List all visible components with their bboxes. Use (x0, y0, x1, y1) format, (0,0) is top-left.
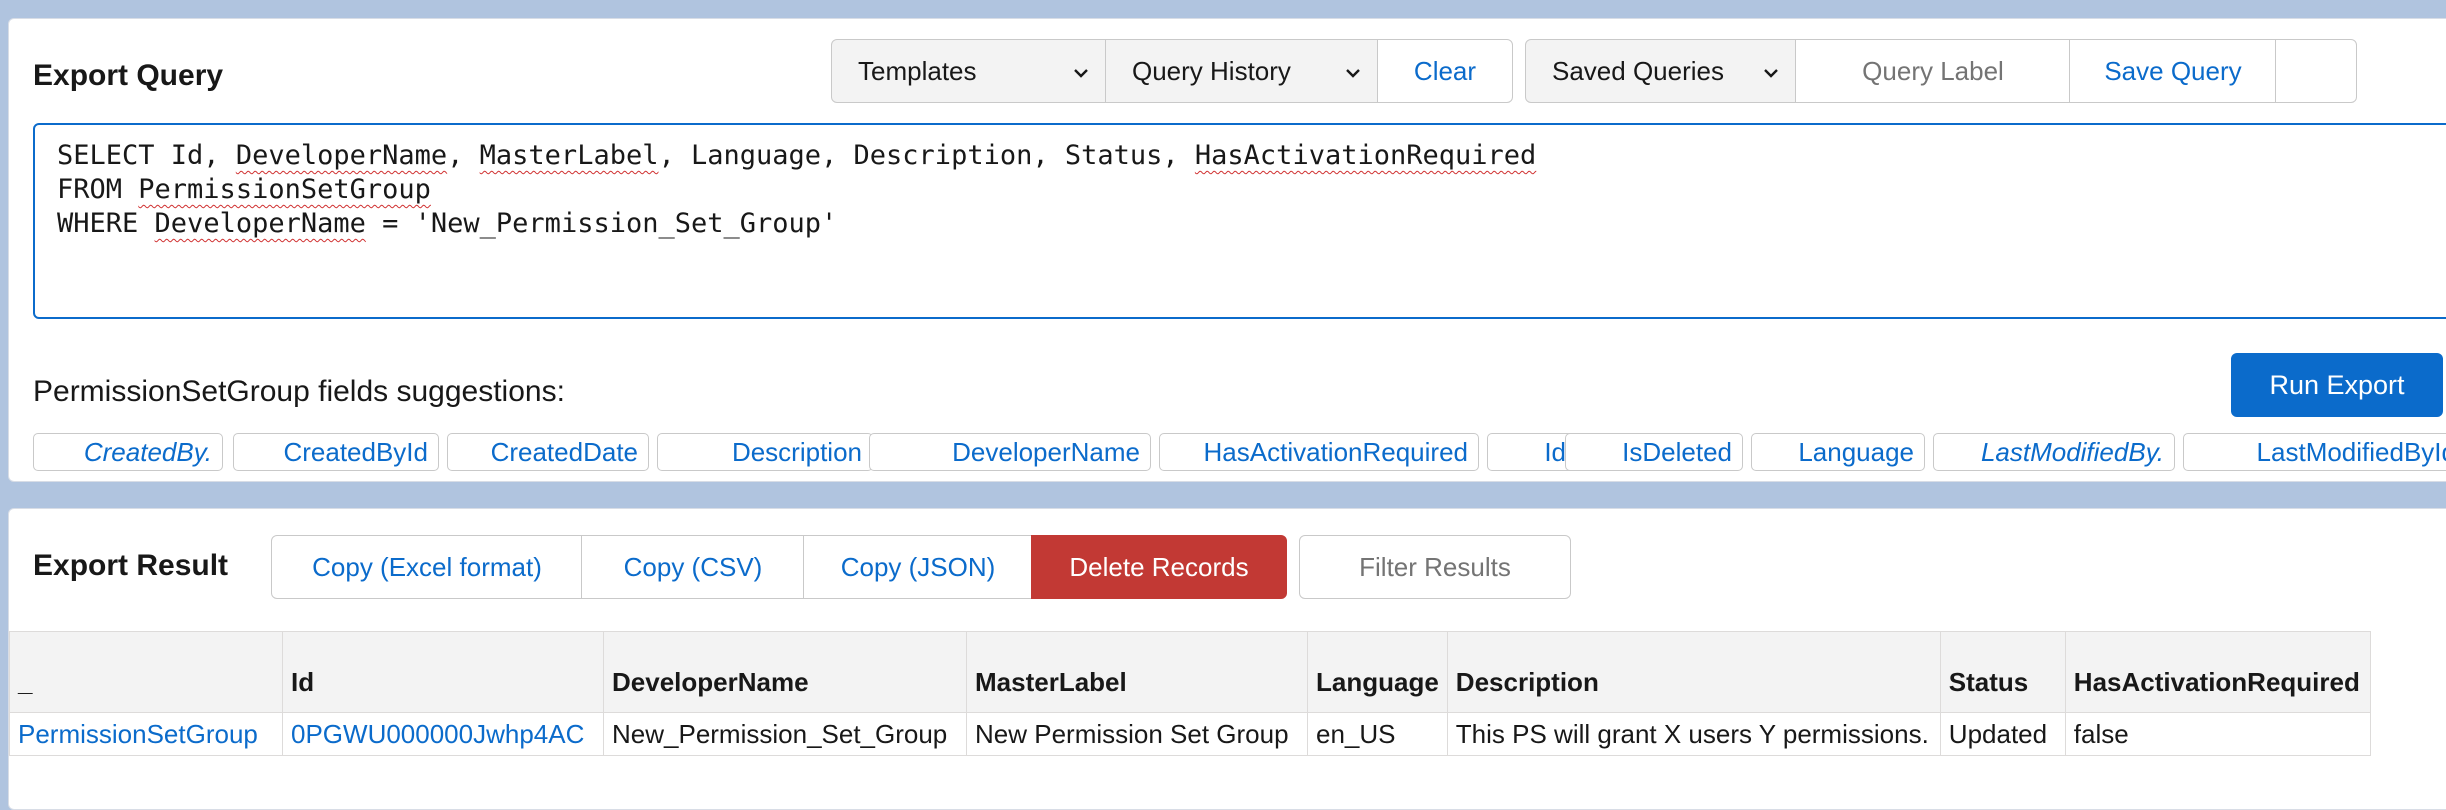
table-cell: New Permission Set Group (966, 712, 1308, 756)
column-header[interactable]: MasterLabel (966, 631, 1308, 713)
field-suggestion-chip[interactable]: HasActivationRequired (1159, 433, 1479, 471)
export-result-card: Export Result Copy (Excel format) Copy (… (8, 508, 2446, 810)
templates-select[interactable]: Templates (831, 39, 1107, 103)
field-suggestion-chip[interactable]: Id (1487, 433, 1577, 471)
filter-results-input[interactable]: Filter Results (1299, 535, 1571, 599)
column-header[interactable]: Id (282, 631, 604, 713)
export-query-card: Export Query Templates Query History Cle… (8, 18, 2446, 482)
chevron-down-icon (1764, 69, 1778, 78)
column-header[interactable]: HasActivationRequired (2064, 631, 2371, 713)
field-suggestion-chip[interactable]: CreatedBy. (33, 433, 223, 471)
query-line: FROM PermissionSetGroup (57, 173, 2446, 207)
query-line: WHERE DeveloperName = 'New_Permission_Se… (57, 207, 2446, 241)
chevron-down-icon (1074, 69, 1088, 78)
column-header[interactable]: Language (1307, 631, 1448, 713)
query-token: FROM (57, 174, 139, 205)
field-suggestion-chip[interactable]: LastModifiedById (2183, 433, 2446, 471)
column-header[interactable]: Status (1939, 631, 2066, 713)
delete-records-button[interactable]: Delete Records (1031, 535, 1287, 599)
field-suggestion-chip[interactable]: Language (1751, 433, 1925, 471)
table-cell: Updated (1939, 712, 2066, 756)
query-token: = 'New_Permission_Set_Group' (365, 208, 838, 239)
field-suggestion-chip[interactable]: Description (657, 433, 873, 471)
column-header[interactable]: DeveloperName (603, 631, 967, 713)
save-query-button[interactable]: Save Query (2069, 39, 2277, 103)
chevron-down-icon (1346, 69, 1360, 78)
query-history-label: Query History (1132, 55, 1291, 86)
suggestions-label: PermissionSetGroup fields suggestions: (33, 375, 565, 408)
column-header[interactable]: _ (9, 631, 283, 713)
table-cell: New_Permission_Set_Group (603, 712, 967, 756)
query-token-spellcheck: MasterLabel (479, 140, 659, 171)
field-suggestion-chip[interactable]: LastModifiedBy. (1933, 433, 2175, 471)
query-token: , (447, 140, 480, 171)
copy-json-button[interactable]: Copy (JSON) (803, 535, 1033, 599)
query-token: , Language, Description, Status, (658, 140, 1195, 171)
saved-queries-select[interactable]: Saved Queries (1525, 39, 1797, 103)
clear-button[interactable]: Clear (1377, 39, 1513, 103)
query-token: WHERE (57, 208, 155, 239)
query-token: SELECT Id, (57, 140, 236, 171)
field-suggestion-chip[interactable]: DeveloperName (869, 433, 1151, 471)
field-suggestion-chip[interactable]: CreatedById (233, 433, 439, 471)
results-table: _ Id DeveloperName MasterLabel Language Descr… (9, 631, 2371, 756)
query-history-select[interactable]: Query History (1105, 39, 1379, 103)
run-export-button[interactable]: Run Export (2231, 353, 2443, 417)
query-label-input[interactable]: Query Label (1795, 39, 2071, 103)
field-suggestion-chip[interactable]: CreatedDate (447, 433, 649, 471)
column-header[interactable]: Description (1446, 631, 1941, 713)
copy-excel-button[interactable]: Copy (Excel format) (271, 535, 583, 599)
table-cell: false (2064, 712, 2371, 756)
extra-button[interactable] (2275, 39, 2357, 103)
export-query-title: Export Query (33, 59, 224, 92)
field-suggestion-chip[interactable]: IsDeleted (1565, 433, 1743, 471)
table-row: PermissionSetGroup 0PGWU000000Jwhp4AC New_… (9, 712, 2371, 756)
query-token-spellcheck: DeveloperName (235, 140, 448, 171)
query-label-placeholder: Query Label (1862, 55, 2004, 86)
export-result-title: Export Result (33, 549, 229, 582)
table-cell: en_US (1307, 712, 1448, 756)
query-editor[interactable]: SELECT Id, DeveloperName, MasterLabel, L… (33, 123, 2446, 319)
query-token-spellcheck: HasActivationRequired (1194, 140, 1537, 171)
copy-csv-button[interactable]: Copy (CSV) (581, 535, 805, 599)
table-cell: This PS will grant X users Y permissions… (1446, 712, 1941, 756)
templates-select-label: Templates (858, 55, 977, 86)
saved-queries-label: Saved Queries (1552, 55, 1724, 86)
filter-results-placeholder: Filter Results (1359, 551, 1511, 582)
query-token-spellcheck: PermissionSetGroup (138, 174, 431, 205)
record-type-link[interactable]: PermissionSetGroup (9, 712, 283, 756)
query-token-spellcheck: DeveloperName (154, 208, 366, 239)
query-line: SELECT Id, DeveloperName, MasterLabel, L… (57, 139, 2446, 173)
table-header-row: _ Id DeveloperName MasterLabel Language Descr… (9, 631, 2371, 713)
record-id-link[interactable]: 0PGWU000000Jwhp4AC (282, 712, 604, 756)
